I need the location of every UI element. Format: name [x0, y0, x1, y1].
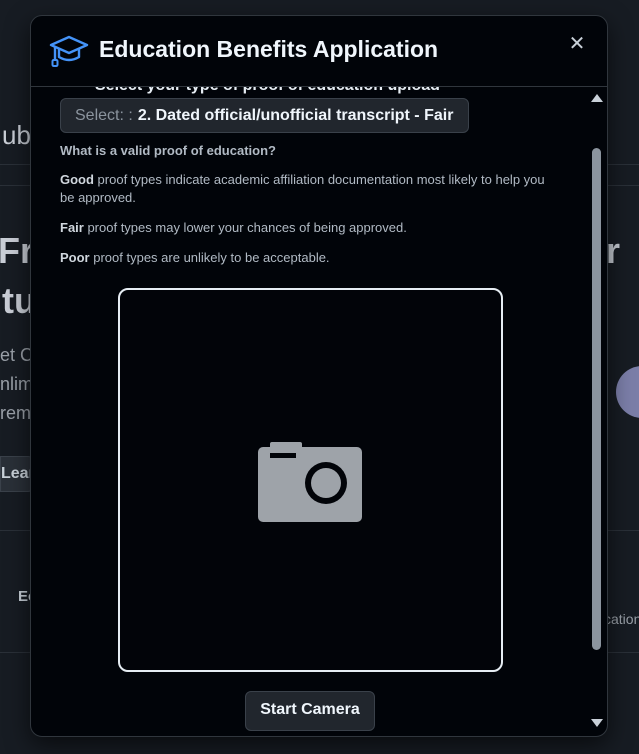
bg-sub-line1: et C [0, 345, 34, 365]
scroll-thumb[interactable] [592, 148, 601, 650]
avatar [616, 366, 639, 418]
start-camera-button[interactable]: Start Camera [245, 691, 375, 731]
bg-sub-line3: rem [0, 403, 31, 423]
scroll-down-arrow[interactable] [591, 719, 603, 727]
poor-proof-info: Poor proof types are unlikely to be acce… [60, 249, 560, 267]
learn-more-button[interactable]: Lear [0, 456, 34, 492]
proof-type-heading: Select your type of proof of education u… [95, 87, 440, 95]
proof-type-select[interactable]: Select: : 2. Dated official/unofficial t… [60, 98, 469, 133]
fair-text: proof types may lower your chances of be… [83, 220, 407, 235]
good-term: Good [60, 172, 94, 187]
scroll-up-arrow[interactable] [591, 94, 603, 102]
dialog-title: Education Benefits Application [99, 36, 439, 62]
camera-icon [258, 442, 362, 522]
camera-preview [118, 288, 503, 672]
dialog-header: Education Benefits Application ✕ [31, 16, 607, 87]
bg-right-small: cation [604, 611, 639, 627]
select-label: Select: : [75, 106, 133, 124]
dialog-scrollbar[interactable] [590, 88, 604, 733]
good-text: proof types indicate academic affiliatio… [60, 172, 545, 205]
bg-hero-right: r [606, 230, 621, 271]
bg-top-text: ub [2, 120, 31, 150]
proof-question: What is a valid proof of education? [60, 143, 276, 158]
graduation-cap-icon [49, 35, 89, 67]
bg-sub-line2: nlim [0, 374, 34, 394]
good-proof-info: Good proof types indicate academic affil… [60, 171, 560, 207]
dialog-body: Select your type of proof of education u… [31, 87, 587, 736]
select-value: 2. Dated official/unofficial transcript … [137, 106, 454, 124]
fair-proof-info: Fair proof types may lower your chances … [60, 219, 560, 237]
education-benefits-dialog: Education Benefits Application ✕ Select … [30, 15, 608, 737]
poor-term: Poor [60, 250, 90, 265]
close-button[interactable]: ✕ [567, 34, 587, 54]
poor-text: proof types are unlikely to be acceptabl… [89, 250, 330, 265]
fair-term: Fair [60, 220, 84, 235]
